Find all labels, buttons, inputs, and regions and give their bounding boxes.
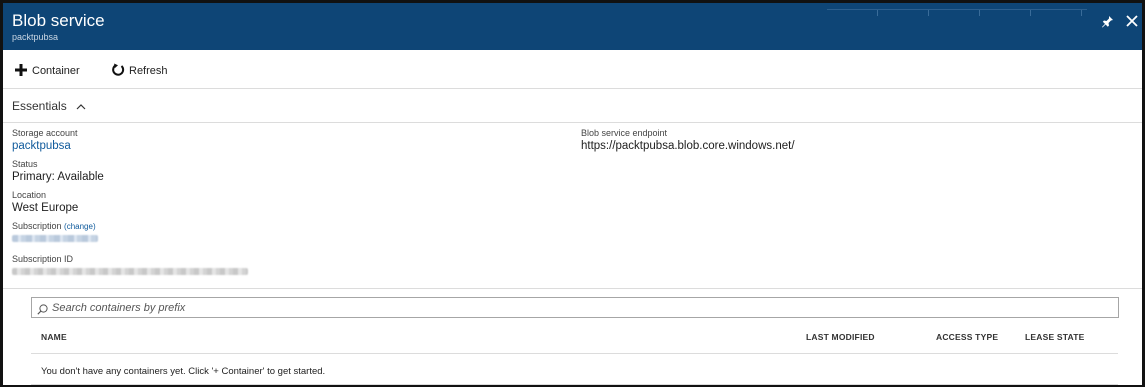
blade-title: Blob service bbox=[12, 11, 105, 30]
essentials-right-column: Blob service endpoint https://packtpubsa… bbox=[581, 128, 795, 159]
refresh-button[interactable]: Refresh bbox=[111, 63, 168, 78]
search-input[interactable] bbox=[52, 301, 952, 314]
essentials-label: Essentials bbox=[12, 99, 67, 113]
subscription-id-redacted bbox=[12, 265, 248, 279]
blade-subtitle: packtpubsa bbox=[12, 32, 59, 42]
add-container-label: Container bbox=[32, 64, 80, 77]
empty-state-message: You don't have any containers yet. Click… bbox=[41, 366, 326, 377]
pin-icon[interactable] bbox=[1101, 15, 1114, 32]
location-value: West Europe bbox=[12, 202, 79, 214]
tab-strip bbox=[827, 3, 1087, 16]
divider bbox=[31, 384, 1118, 385]
endpoint-label: Blob service endpoint bbox=[581, 128, 668, 138]
search-box[interactable] bbox=[31, 297, 1119, 318]
plus-icon bbox=[14, 63, 28, 78]
divider bbox=[3, 288, 1142, 289]
divider bbox=[3, 122, 1142, 123]
subscription-label-row: Subscription (change) bbox=[12, 221, 248, 232]
status-label: Status bbox=[12, 159, 38, 169]
search-icon bbox=[37, 302, 48, 315]
command-bar: Container Refresh bbox=[3, 50, 1142, 89]
refresh-icon bbox=[111, 63, 125, 78]
storage-account-label: Storage account bbox=[12, 128, 78, 138]
subscription-label: Subscription bbox=[12, 221, 62, 231]
storage-account-link[interactable]: packtpubsa bbox=[12, 139, 248, 153]
column-header-name[interactable]: NAME bbox=[41, 332, 67, 342]
add-container-button[interactable]: Container bbox=[14, 63, 80, 78]
status-value: Primary: Available bbox=[12, 171, 104, 183]
refresh-label: Refresh bbox=[129, 64, 168, 77]
subscription-change-link[interactable]: (change) bbox=[64, 222, 96, 231]
subscription-value-redacted[interactable] bbox=[12, 232, 248, 246]
divider bbox=[31, 353, 1118, 354]
chevron-up-icon bbox=[76, 101, 86, 113]
column-header-lease-state[interactable]: LEASE STATE bbox=[1025, 332, 1085, 342]
essentials-left-column: Storage account packtpubsa Status Primar… bbox=[12, 128, 248, 285]
column-header-last-modified[interactable]: LAST MODIFIED bbox=[806, 332, 875, 342]
blade-header: Blob service packtpubsa bbox=[3, 3, 1142, 50]
blade: Blob service packtpubsa Container Refres… bbox=[0, 0, 1145, 387]
essentials-toggle[interactable]: Essentials bbox=[12, 99, 86, 113]
subscription-id-label: Subscription ID bbox=[12, 254, 74, 264]
endpoint-value: https://packtpubsa.blob.core.windows.net… bbox=[581, 140, 795, 152]
close-icon[interactable] bbox=[1126, 14, 1138, 32]
column-header-access-type[interactable]: ACCESS TYPE bbox=[936, 332, 998, 342]
location-label: Location bbox=[12, 190, 47, 200]
